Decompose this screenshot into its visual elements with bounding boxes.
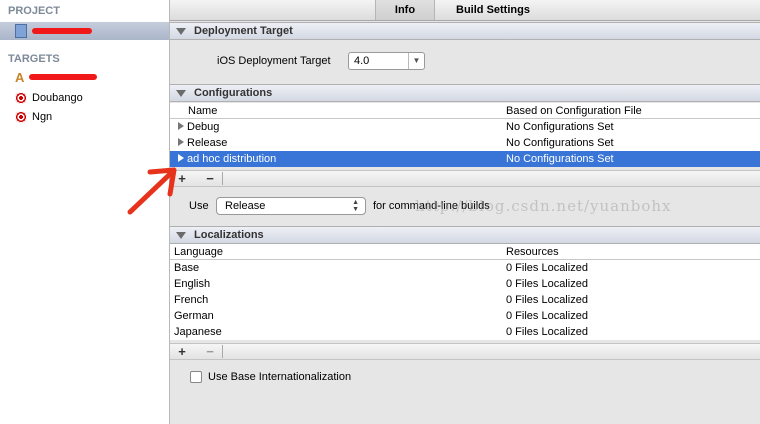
configurations-header[interactable]: Configurations (170, 84, 760, 102)
table-row[interactable]: Japanese 0 Files Localized (170, 324, 760, 340)
redacted-target-name (29, 74, 98, 80)
configurations-add-remove-bar: + − (170, 170, 760, 187)
resources: 0 Files Localized (506, 262, 588, 274)
disclosure-icon[interactable] (178, 138, 184, 146)
localizations-add-remove-bar: + − (170, 343, 760, 360)
ios-deployment-label: iOS Deployment Target (217, 55, 331, 67)
language: English (174, 278, 211, 290)
tab-bar: Info Build Settings (170, 0, 760, 21)
editor: Info Build Settings Deployment Target iO… (170, 0, 760, 424)
watermark: http://blog.csdn.net/yuanbohx (415, 197, 672, 215)
command-line-config-select[interactable]: Release ▲ ▼ (216, 197, 366, 215)
resources: 0 Files Localized (506, 294, 588, 306)
column-based-on[interactable]: Based on Configuration File (506, 105, 642, 117)
table-row[interactable]: Base 0 Files Localized (170, 260, 760, 276)
target-icon (15, 92, 27, 104)
config-name: Debug (187, 121, 220, 133)
targets-header: TARGETS (8, 53, 60, 65)
language: Base (174, 262, 200, 274)
app-target-icon: A (15, 69, 25, 85)
divider (222, 172, 223, 185)
target-item-doubango[interactable]: Doubango (0, 89, 169, 107)
ios-deployment-select[interactable]: 4.0 ▼ (348, 52, 425, 70)
target-icon (15, 111, 27, 123)
redacted-project-name (32, 28, 92, 34)
localizations-header[interactable]: Localizations (170, 226, 760, 244)
base-intl-label: Use Base Internationalization (208, 371, 352, 383)
column-name[interactable]: Name (188, 105, 217, 117)
remove-localization-button[interactable]: − (198, 344, 222, 359)
deployment-target-header[interactable]: Deployment Target (170, 22, 760, 40)
table-row[interactable]: Release No Configurations Set (170, 135, 760, 151)
disclosure-triangle-icon (176, 27, 186, 35)
resources: 0 Files Localized (506, 278, 588, 290)
use-label: Use (189, 200, 209, 212)
remove-configuration-button[interactable]: − (198, 171, 222, 186)
resources: 0 Files Localized (506, 310, 588, 322)
target-item-app[interactable]: A (0, 68, 169, 86)
language: German (174, 310, 214, 322)
red-annotation-arrow (127, 167, 177, 215)
select-value: 4.0 (354, 55, 370, 67)
target-item-ngn[interactable]: Ngn (0, 108, 169, 126)
disclosure-icon[interactable] (178, 122, 184, 130)
config-file: No Configurations Set (506, 153, 614, 165)
disclosure-triangle-icon (176, 231, 186, 239)
config-name: ad hoc distribution (187, 153, 277, 165)
config-file: No Configurations Set (506, 121, 614, 133)
target-label: Ngn (32, 111, 53, 123)
language: French (174, 294, 209, 306)
project-file-icon (15, 24, 27, 38)
divider (222, 345, 223, 358)
base-intl-option[interactable]: Use Base Internationalization (190, 371, 351, 383)
section-title: Configurations (194, 87, 273, 99)
section-title: Localizations (194, 229, 264, 241)
updown-chevron-icon: ▲ ▼ (352, 199, 359, 213)
table-row[interactable]: French 0 Files Localized (170, 292, 760, 308)
disclosure-triangle-icon (176, 89, 186, 97)
tab-info[interactable]: Info (375, 0, 435, 20)
add-localization-button[interactable]: + (170, 344, 194, 359)
base-intl-checkbox[interactable] (190, 371, 202, 383)
section-title: Deployment Target (194, 25, 293, 37)
select-value: Release (225, 200, 266, 212)
project-header: PROJECT (8, 5, 60, 17)
config-name: Release (187, 137, 228, 149)
localizations-table: Language Resources Base 0 Files Localized… (170, 244, 760, 340)
table-header: Name Based on Configuration File (170, 103, 760, 119)
chevron-down-icon: ▼ (408, 53, 424, 69)
project-item[interactable] (0, 22, 169, 40)
target-label: Doubango (32, 92, 83, 104)
table-row[interactable]: Debug No Configurations Set (170, 119, 760, 135)
language: Japanese (174, 326, 222, 338)
table-row[interactable]: English 0 Files Localized (170, 276, 760, 292)
tab-build-settings[interactable]: Build Settings (438, 0, 548, 20)
column-language[interactable]: Language (174, 246, 223, 258)
config-file: No Configurations Set (506, 137, 614, 149)
table-row[interactable]: German 0 Files Localized (170, 308, 760, 324)
table-header: Language Resources (170, 244, 760, 260)
resources: 0 Files Localized (506, 326, 588, 338)
configurations-table: Name Based on Configuration File Debug N… (170, 103, 760, 167)
column-resources[interactable]: Resources (506, 246, 559, 258)
table-row-selected[interactable]: ad hoc distribution No Configurations Se… (170, 151, 760, 167)
